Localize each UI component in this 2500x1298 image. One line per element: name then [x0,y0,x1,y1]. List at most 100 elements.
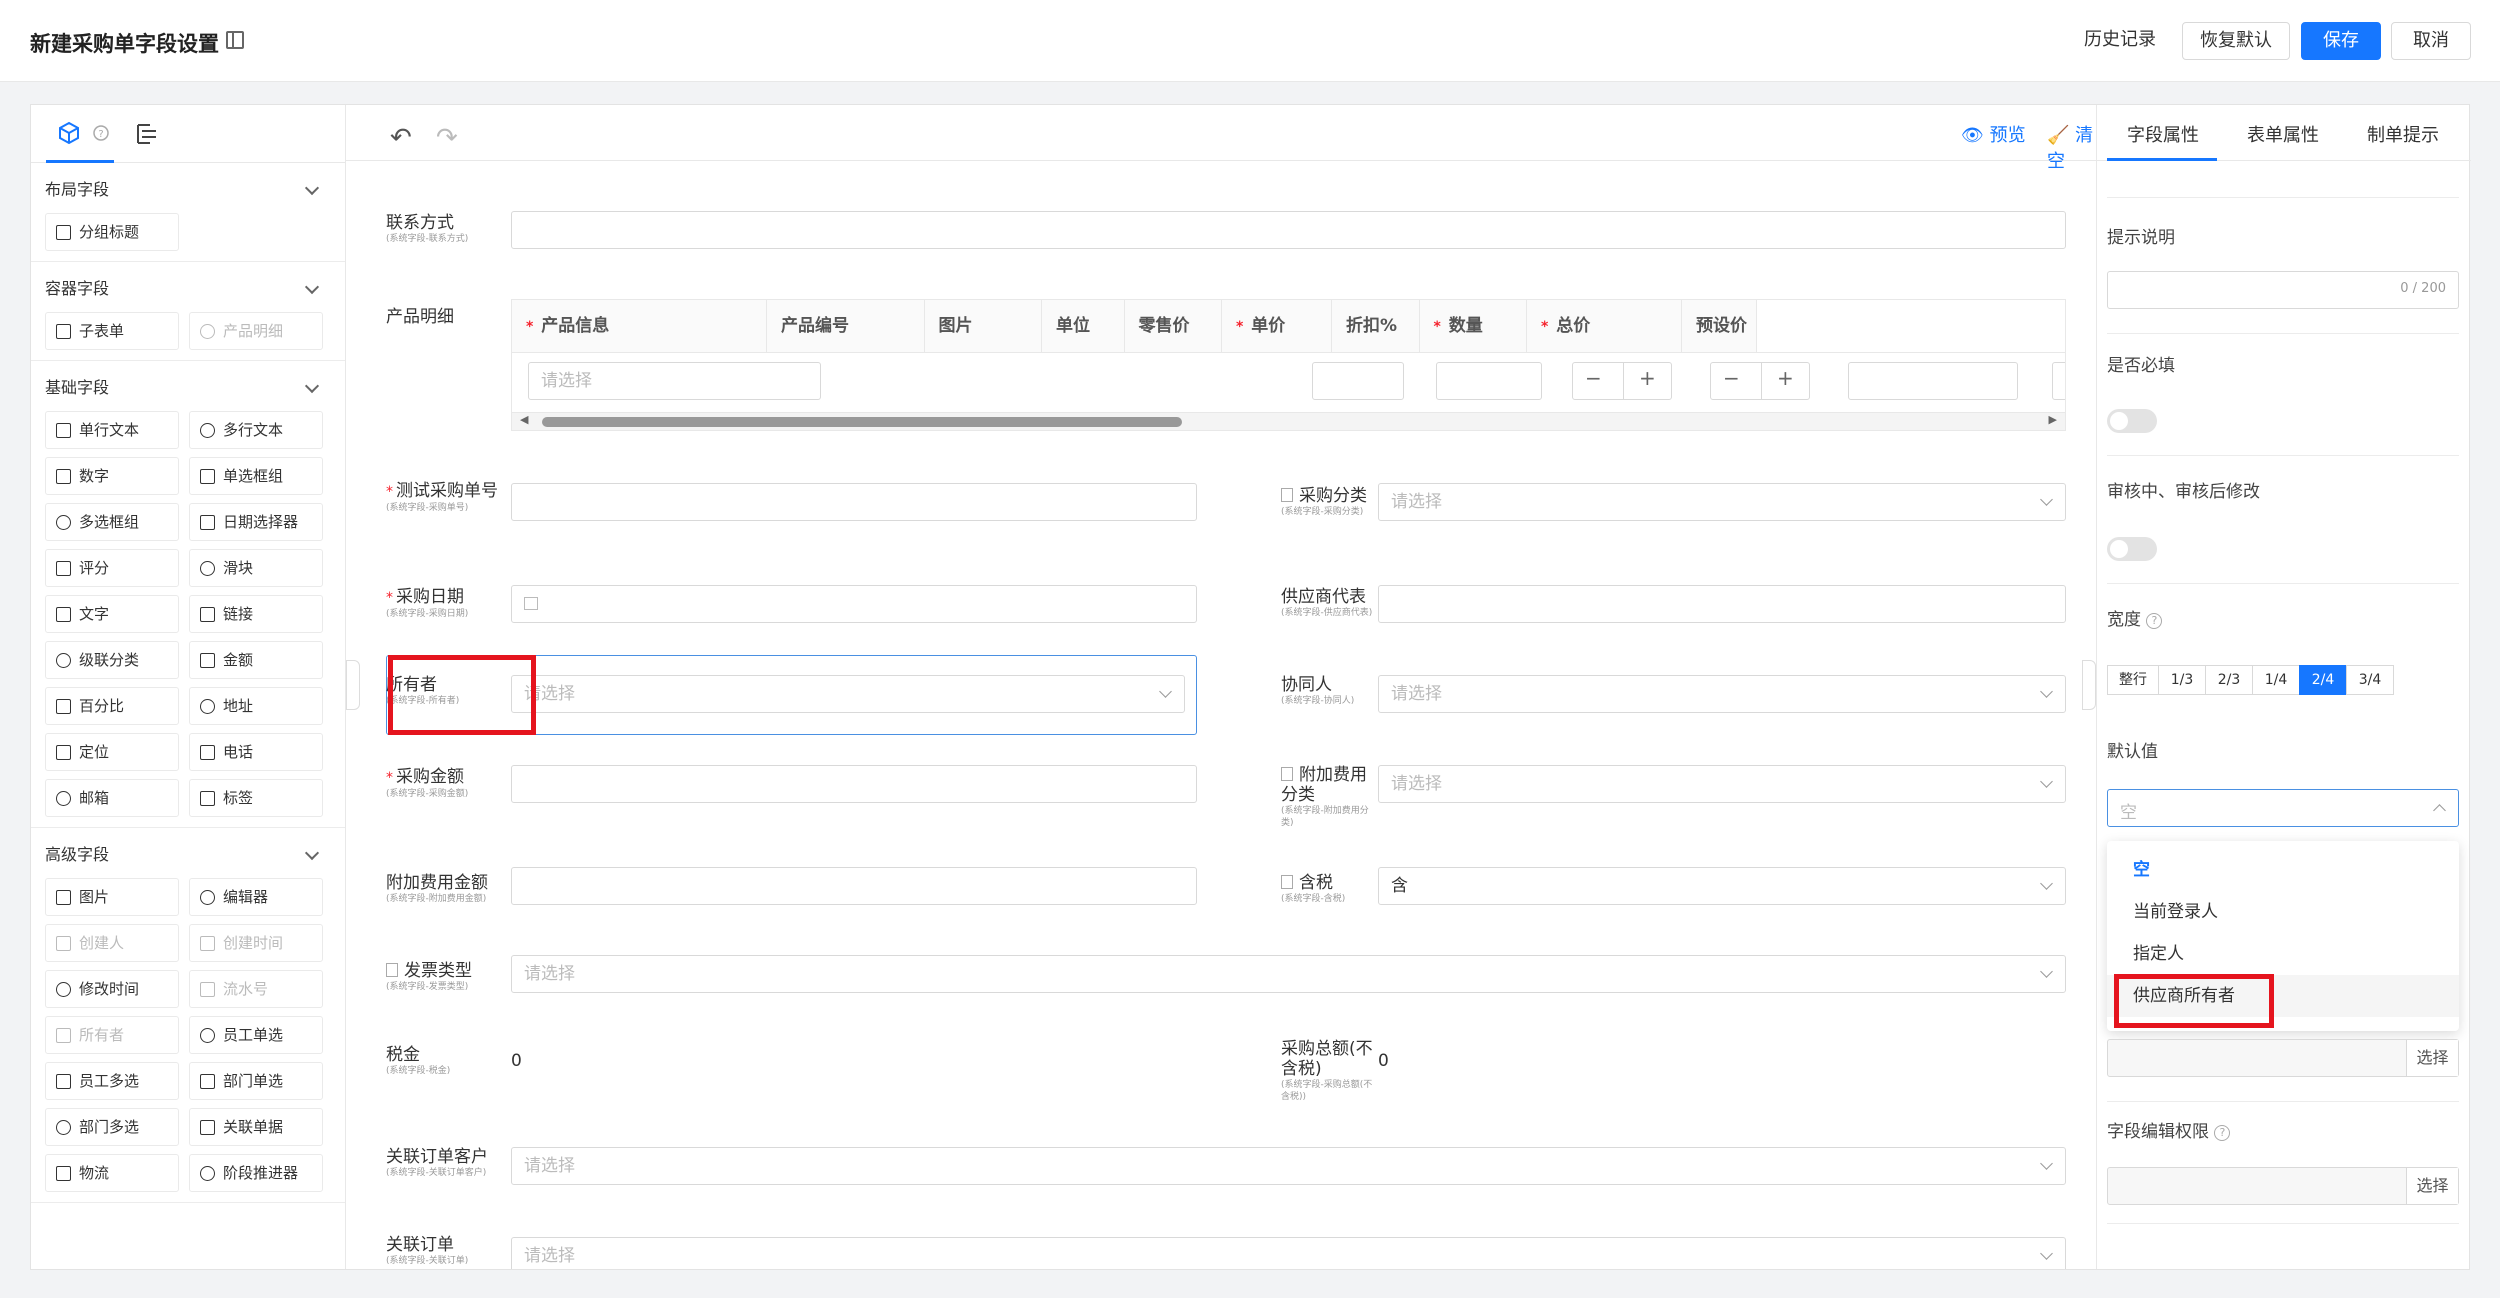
hint-char-count: 0 / 200 [2400,281,2446,296]
right-collapse-handle[interactable] [2082,660,2096,710]
history-button[interactable]: 历史记录 [2068,22,2172,60]
edit-permission-input[interactable]: 选择 [2107,1167,2459,1205]
palette-group-title[interactable]: 高级字段 [45,842,345,872]
option-current-user[interactable]: 当前登录人 [2107,891,2459,933]
option-empty[interactable]: 空 [2107,849,2459,891]
palette-item[interactable]: 滑块 [189,549,323,587]
retail-price-input[interactable] [1312,362,1404,400]
palette-item[interactable]: 子表单 [45,312,179,350]
palette-item[interactable]: 电话 [189,733,323,771]
extra-category-select[interactable]: 请选择 [1378,765,2066,803]
palette-item[interactable]: 员工单选 [189,1016,323,1054]
owner-select[interactable]: 请选择 [511,675,1185,713]
cube-icon[interactable] [57,121,81,145]
clear-button[interactable]: 🧹 清空 [2047,121,2096,173]
default-value-select[interactable]: 空 [2107,789,2459,827]
palette-item[interactable]: 数字 [45,457,179,495]
palette-item[interactable]: 单选框组 [189,457,323,495]
amount-input[interactable] [511,765,1197,803]
palette-item[interactable]: 修改时间 [45,970,179,1008]
palette-item[interactable]: 单行文本 [45,411,179,449]
table-header-cell: * 数量 [1419,300,1527,352]
palette-item[interactable]: 部门多选 [45,1108,179,1146]
width-option[interactable]: 1/3 [2158,665,2206,695]
quantity-stepper[interactable]: − + [1710,362,1810,400]
undo-icon[interactable]: ↶ [390,123,412,153]
palette-item[interactable]: 评分 [45,549,179,587]
palette-item[interactable]: 编辑器 [189,878,323,916]
supplier-rep-input[interactable] [1378,585,2066,623]
unit-price-input[interactable] [1436,362,1542,400]
preset-price-input[interactable] [2052,362,2065,400]
palette-item[interactable]: 多行文本 [189,411,323,449]
palette-item[interactable]: 员工多选 [45,1062,179,1100]
palette-item[interactable]: 日期选择器 [189,503,323,541]
product-info-select[interactable]: 请选择 [528,362,821,400]
category-select[interactable]: 请选择 [1378,483,2066,521]
total-price-input[interactable] [1848,362,2018,400]
restore-default-button[interactable]: 恢复默认 [2182,22,2290,60]
palette-group-title[interactable]: 布局字段 [45,177,345,207]
palette-group-title[interactable]: 容器字段 [45,276,345,306]
collaborator-select[interactable]: 请选择 [1378,675,2066,713]
specified-select-button[interactable]: 选择 [2406,1040,2458,1076]
required-toggle[interactable] [2107,409,2157,433]
help-icon[interactable]: ? [2146,613,2163,629]
option-specified-person[interactable]: 指定人 [2107,933,2459,975]
palette-item[interactable]: 阶段推进器 [189,1154,323,1192]
tab-field-properties[interactable]: 字段属性 [2127,121,2199,147]
palette-item-label: 员工多选 [79,1072,140,1090]
order-select[interactable]: 请选择 [511,1237,2066,1269]
palette-item[interactable]: 多选框组 [45,503,179,541]
width-option[interactable]: 2/4 [2299,665,2347,695]
width-option[interactable]: 整行 [2107,665,2159,695]
specified-person-input[interactable]: 选择 [2107,1039,2459,1077]
date-input[interactable] [511,585,1197,623]
palette-item[interactable]: 百分比 [45,687,179,725]
palette-tabs: ? [31,105,345,163]
palette-item[interactable]: 定位 [45,733,179,771]
scroll-thumb[interactable] [542,417,1182,427]
width-option[interactable]: 1/4 [2252,665,2300,695]
width-option[interactable]: 2/3 [2205,665,2253,695]
palette-item[interactable]: 地址 [189,687,323,725]
hint-input[interactable]: 0 / 200 [2107,271,2459,309]
help-icon[interactable]: ? [2214,1125,2231,1141]
scroll-right-icon[interactable]: ▶ [2049,413,2057,426]
tab-form-properties[interactable]: 表单属性 [2247,121,2319,147]
palette-item[interactable]: 文字 [45,595,179,633]
edit-permission-select-button[interactable]: 选择 [2406,1168,2458,1204]
palette-item[interactable]: 关联单据 [189,1108,323,1146]
left-collapse-handle[interactable] [346,660,360,710]
palette-item[interactable]: 邮箱 [45,779,179,817]
palette-item[interactable]: 物流 [45,1154,179,1192]
palette-item[interactable]: 标签 [189,779,323,817]
save-button[interactable]: 保存 [2301,22,2381,60]
palette-group-title[interactable]: 基础字段 [45,375,345,405]
order-no-input[interactable] [511,483,1197,521]
scroll-left-icon[interactable]: ◀ [520,413,528,426]
palette-item[interactable]: 图片 [45,878,179,916]
discount-stepper[interactable]: − + [1572,362,1672,400]
preview-button[interactable]: 👁 预览 [1961,121,2026,147]
tab-creation-hint[interactable]: 制单提示 [2367,121,2439,147]
layout-icon[interactable] [226,31,244,49]
tax-included-select[interactable]: 含 [1378,867,2066,905]
help-icon[interactable]: ? [93,125,109,141]
redo-icon[interactable]: ↷ [436,123,458,153]
table-scrollbar[interactable]: ◀ ▶ [512,412,2065,430]
cancel-button[interactable]: 取消 [2391,22,2471,60]
palette-item[interactable]: 链接 [189,595,323,633]
width-option[interactable]: 3/4 [2346,665,2394,695]
contact-input[interactable] [511,211,2066,249]
extra-amount-input[interactable] [511,867,1197,905]
palette-item[interactable]: 级联分类 [45,641,179,679]
invoice-type-select[interactable]: 请选择 [511,955,2066,993]
palette-item[interactable]: 分组标题 [45,213,179,251]
palette-item-label: 图片 [79,888,110,906]
order-customer-select[interactable]: 请选择 [511,1147,2066,1185]
palette-item[interactable]: 金额 [189,641,323,679]
audit-edit-toggle[interactable] [2107,537,2157,561]
palette-item[interactable]: 部门单选 [189,1062,323,1100]
outline-tree-icon[interactable] [135,121,159,145]
